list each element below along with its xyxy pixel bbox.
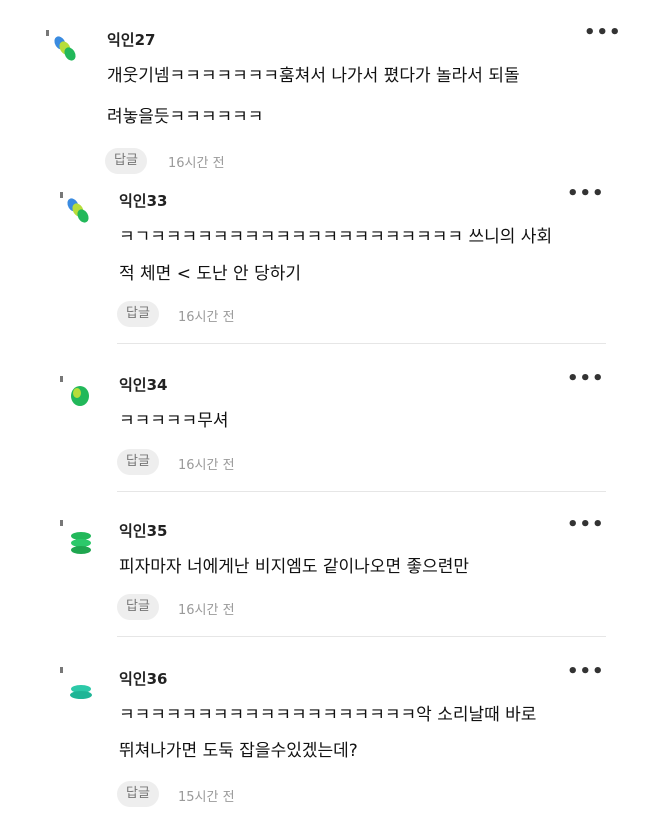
- leaf-avatar-icon[interactable]: [60, 190, 94, 230]
- comment-text: ㅋㅋㅋㅋㅋ무셔: [119, 404, 228, 438]
- comment-text: 개웃기넴ㅋㅋㅋㅋㅋㅋㅋ훔쳐서 나가서 폈다가 놀라서 되돌 려놓을듯ㅋㅋㅋㅋㅋㅋ: [107, 59, 520, 134]
- leaf-avatar-icon[interactable]: [46, 28, 80, 68]
- comment-line: 개웃기넴ㅋㅋㅋㅋㅋㅋㅋ훔쳐서 나가서 폈다가 놀라서 되돌: [107, 66, 520, 86]
- author-name: 익인34: [119, 376, 168, 394]
- reply-button[interactable]: 답글: [117, 449, 159, 475]
- more-options-icon[interactable]: •••: [584, 24, 622, 42]
- comment-line: 뛰쳐나가면 도둑 잡을수있겠는데?: [119, 741, 358, 761]
- green-blob-avatar-icon[interactable]: [60, 374, 94, 414]
- timestamp: 16시간 전: [178, 458, 235, 473]
- author-name: 익인36: [119, 670, 168, 688]
- teal-stack-avatar-icon[interactable]: [60, 665, 94, 705]
- reply-button[interactable]: 답글: [117, 781, 159, 807]
- timestamp: 16시간 전: [178, 603, 235, 618]
- divider: [117, 343, 606, 344]
- more-options-icon[interactable]: •••: [567, 185, 605, 203]
- divider: [117, 636, 606, 637]
- reply-button[interactable]: 답글: [105, 148, 147, 174]
- timestamp: 16시간 전: [178, 310, 235, 325]
- comment-line: ㅋㅋㅋㅋㅋ무셔: [119, 411, 229, 431]
- green-stack-avatar-icon[interactable]: [60, 518, 94, 558]
- more-options-icon[interactable]: •••: [567, 663, 605, 681]
- reply-button[interactable]: 답글: [117, 301, 159, 327]
- comment-text: ㅋㄱㅋㅋㅋㅋㅋㅋㅋㅋㅋㅋㅋㅋㅋㅋㅋㅋㅋㅋㅋㅋ 쓰니의 사회 적 체면 < 도난 …: [119, 220, 552, 291]
- comment-text: 피자마자 너에게난 비지엠도 같이나오면 좋으련만: [119, 550, 469, 584]
- comment-line: ㅋㄱㅋㅋㅋㅋㅋㅋㅋㅋㅋㅋㅋㅋㅋㅋㅋㅋㅋㅋㅋㅋ 쓰니의 사회: [119, 227, 553, 247]
- comment-line: 려놓을듯ㅋㅋㅋㅋㅋㅋ: [107, 107, 264, 127]
- reply-button[interactable]: 답글: [117, 594, 159, 620]
- more-options-icon[interactable]: •••: [567, 370, 605, 388]
- timestamp: 15시간 전: [178, 790, 235, 805]
- comment-line: 피자마자 너에게난 비지엠도 같이나오면 좋으련만: [119, 557, 470, 577]
- more-options-icon[interactable]: •••: [567, 516, 605, 534]
- comment-line: 적 체면 < 도난 안 당하기: [119, 264, 302, 284]
- comment-line: ㅋㅋㅋㅋㅋㅋㅋㅋㅋㅋㅋㅋㅋㅋㅋㅋㅋㅋㅋ악 소리날때 바로: [119, 705, 537, 725]
- author-name: 익인35: [119, 522, 168, 540]
- comment-text: ㅋㅋㅋㅋㅋㅋㅋㅋㅋㅋㅋㅋㅋㅋㅋㅋㅋㅋㅋ악 소리날때 바로 뛰쳐나가면 도둑 잡을…: [119, 698, 536, 768]
- timestamp: 16시간 전: [168, 156, 225, 171]
- author-name: 익인33: [119, 192, 168, 210]
- author-name: 익인27: [107, 31, 156, 49]
- divider: [117, 491, 606, 492]
